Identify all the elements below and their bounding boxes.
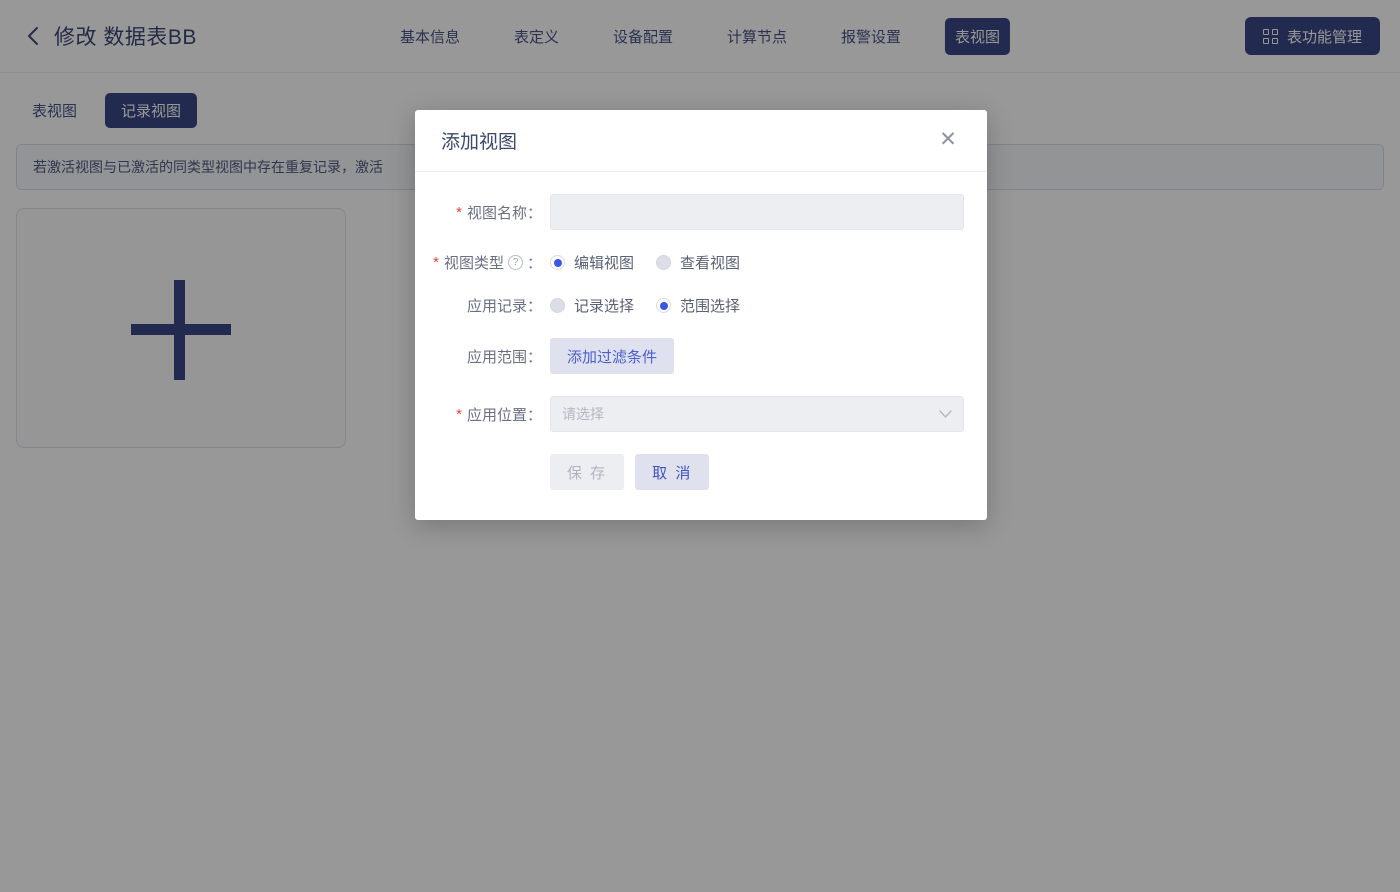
field-view-type: 编辑视图 查看视图 [550,252,961,273]
dialog-header: 添加视图 ✕ [415,110,987,172]
field-actions: 保 存 取 消 [550,454,961,490]
add-filter-condition-button[interactable]: 添加过滤条件 [550,338,675,374]
radio-range-selection-label: 范围选择 [680,298,741,315]
dialog-title: 添加视图 [441,132,518,153]
label-view-name-text: 视图名称： [466,204,542,222]
label-apply-record-text: 应用记录： [466,298,542,315]
close-icon[interactable]: ✕ [935,128,961,154]
radio-dot-icon [550,298,565,313]
label-apply-scope: 应用范围： [425,346,550,367]
field-view-name [550,194,964,230]
radio-dot-icon [656,255,672,270]
field-apply-scope: 添加过滤条件 [550,338,961,374]
radio-dot-icon [550,255,565,270]
label-apply-position: * 应用位置： [425,404,550,425]
radio-read-view[interactable]: 查看视图 [656,252,740,273]
radio-record-selection-label: 记录选择 [574,298,635,315]
cancel-button[interactable]: 取 消 [635,454,710,490]
apply-record-radio-group: 记录选择 范围选择 [550,295,740,316]
required-marker: * [456,203,462,221]
label-view-type: * 视图类型 ? ： [425,252,550,273]
apply-position-placeholder: 请选择 [562,406,604,422]
dialog-body: * 视图名称： * 视图类型 ? ： 编辑视图 查看视图 应用记录： 记录选择 … [415,172,987,520]
required-marker: * [433,254,439,271]
add-view-dialog: 添加视图 ✕ * 视图名称： * 视图类型 ? ： 编辑视图 查看视图 应用记录… [415,110,987,520]
field-apply-record: 记录选择 范围选择 [550,295,961,316]
modal-overlay[interactable]: 添加视图 ✕ * 视图名称： * 视图类型 ? ： 编辑视图 查看视图 应用记录… [0,0,1400,892]
form-row-apply-scope: 应用范围： 添加过滤条件 [425,338,961,374]
field-apply-position: 请选择 [550,396,964,432]
form-row-view-name: * 视图名称： [425,194,964,230]
form-row-actions: 保 存 取 消 [425,454,961,490]
apply-position-select[interactable]: 请选择 [550,396,964,432]
dialog-actions: 保 存 取 消 [550,454,710,490]
radio-range-selection[interactable]: 范围选择 [656,295,740,316]
radio-edit-view[interactable]: 编辑视图 [550,252,634,273]
radio-read-view-label: 查看视图 [680,255,741,272]
label-apply-scope-text: 应用范围： [466,348,542,366]
label-view-type-colon: ： [526,255,542,272]
label-apply-record: 应用记录： [425,295,550,316]
label-apply-position-text: 应用位置： [466,406,542,424]
radio-record-selection[interactable]: 记录选择 [550,295,634,316]
radio-dot-icon [656,298,672,313]
radio-edit-view-label: 编辑视图 [574,255,635,272]
form-row-view-type: * 视图类型 ? ： 编辑视图 查看视图 [425,252,961,273]
form-row-apply-position: * 应用位置： 请选择 [425,396,964,432]
view-type-radio-group: 编辑视图 查看视图 [550,252,740,273]
save-button[interactable]: 保 存 [550,454,625,490]
form-row-apply-record: 应用记录： 记录选择 范围选择 [425,295,961,316]
view-name-input[interactable] [550,194,964,230]
label-view-type-text: 视图类型 [443,255,504,272]
required-marker: * [456,405,462,423]
chevron-down-icon [939,408,952,420]
question-circle-icon[interactable]: ? [507,255,523,270]
label-view-name: * 视图名称： [425,202,550,223]
